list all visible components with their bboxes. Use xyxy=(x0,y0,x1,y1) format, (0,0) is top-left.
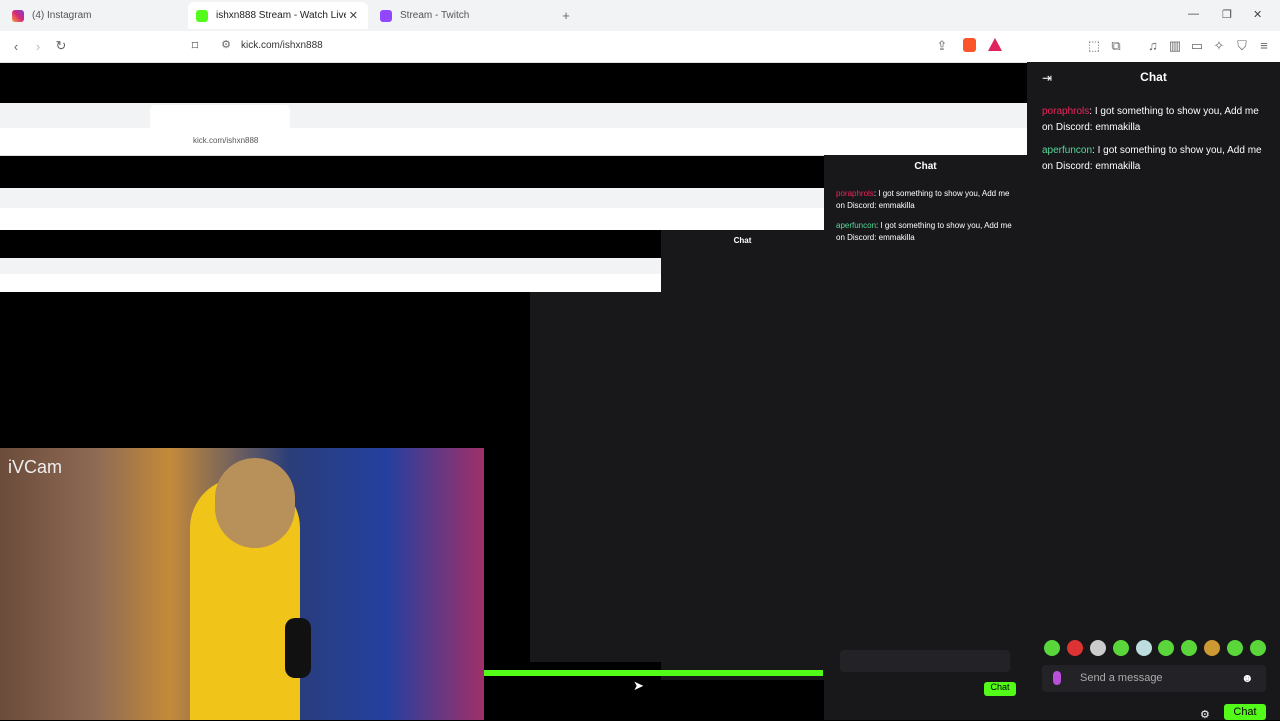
vpn-icon[interactable]: ⛉ xyxy=(1234,38,1250,54)
sidebar-icon[interactable]: ▥ xyxy=(1167,38,1183,54)
microphone xyxy=(285,618,311,678)
nested-chat-title-2: Chat xyxy=(733,236,752,245)
nested-msg-2: aperfuncon: I got something to show you,… xyxy=(836,220,1016,244)
streamer-head xyxy=(215,458,295,548)
mouse-cursor: ➤ xyxy=(633,678,644,693)
emote-icon[interactable] xyxy=(1181,640,1198,656)
chat-input-placeholder[interactable]: Send a message xyxy=(1080,672,1163,684)
nested-address-bar-3 xyxy=(0,274,661,292)
chat-send-button[interactable]: Chat xyxy=(1224,704,1266,720)
emote-icon[interactable] xyxy=(1135,640,1152,656)
emote-icon[interactable] xyxy=(1066,640,1083,656)
tab-label: Stream - Twitch xyxy=(400,10,470,21)
nested-chat-input-1 xyxy=(840,650,1010,672)
nested-tab-bar-2 xyxy=(0,188,824,208)
emoji-icon[interactable]: ☻ xyxy=(1241,671,1254,685)
leo-icon[interactable]: ✧ xyxy=(1211,38,1227,54)
wallet-icon[interactable]: ▭ xyxy=(1189,38,1205,54)
tab-label: ishxn888 Stream - Watch Live on xyxy=(216,10,346,21)
twitch-icon xyxy=(380,9,392,22)
emote-row xyxy=(1044,640,1266,656)
microphone-icon[interactable] xyxy=(1053,671,1061,685)
chat-username[interactable]: poraphrols xyxy=(1042,106,1089,117)
tab-label: (4) Instagram xyxy=(32,10,92,21)
nested-chat-panel-3 xyxy=(530,292,661,662)
brave-shield-icon[interactable] xyxy=(963,38,976,52)
tab-kick[interactable]: ishxn888 Stream - Watch Live on ✕ xyxy=(188,2,368,29)
back-icon[interactable]: ‹ xyxy=(8,39,24,54)
nested-active-tab xyxy=(150,105,290,128)
nested-chat-button-1: Chat xyxy=(984,682,1016,696)
chat-message: poraphrols: I got something to show you,… xyxy=(1042,104,1267,136)
webcam-label: iVCam xyxy=(8,457,63,477)
close-window-icon[interactable]: ✕ xyxy=(1253,8,1262,21)
webcam-feed xyxy=(0,448,484,720)
chat-title: Chat xyxy=(1140,70,1167,84)
media-icon[interactable]: ♫ xyxy=(1145,38,1161,53)
brave-rewards-icon[interactable] xyxy=(988,38,1002,51)
reload-icon[interactable]: ↻ xyxy=(53,38,69,54)
nested-address-bar xyxy=(0,128,1027,156)
tab-search-icon[interactable]: ⧉ xyxy=(1108,38,1124,54)
maximize-icon[interactable]: ❐ xyxy=(1222,8,1232,21)
emote-icon[interactable] xyxy=(1112,640,1129,656)
forward-icon[interactable]: › xyxy=(30,39,46,54)
kick-icon xyxy=(196,9,208,22)
nested-url: kick.com/ishxn888 xyxy=(193,136,259,145)
bookmark-icon[interactable]: ⌑ xyxy=(187,38,203,54)
site-info-icon[interactable]: ⚙ xyxy=(218,38,234,51)
nested-msgs-2 xyxy=(670,256,815,258)
emote-icon[interactable] xyxy=(1204,640,1221,656)
nested-progress-bar xyxy=(483,670,823,676)
username: aperfuncon xyxy=(836,221,877,230)
nested-tab-bar-3 xyxy=(0,258,661,274)
nested-address-bar-2 xyxy=(0,208,824,230)
instagram-icon xyxy=(12,9,24,22)
chat-username[interactable]: aperfuncon xyxy=(1042,145,1092,156)
chat-settings-icon[interactable]: ⚙ xyxy=(1200,708,1210,721)
nested-chat-title-1: Chat xyxy=(914,161,937,172)
emote-icon[interactable] xyxy=(1158,640,1175,656)
url-field[interactable]: kick.com/ishxn888 xyxy=(241,40,323,51)
chat-message: aperfuncon: I got something to show you,… xyxy=(1042,143,1267,175)
share-icon[interactable]: ⇪ xyxy=(934,38,950,54)
username: poraphrols xyxy=(836,189,874,198)
tab-twitch[interactable]: Stream - Twitch xyxy=(372,2,552,29)
emote-icon[interactable] xyxy=(1249,640,1266,656)
close-tab-icon[interactable]: ✕ xyxy=(349,9,358,22)
extension-icon[interactable]: ⬚ xyxy=(1086,38,1102,54)
menu-icon[interactable]: ≡ xyxy=(1256,38,1272,53)
emote-icon[interactable] xyxy=(1089,640,1106,656)
minimize-icon[interactable]: — xyxy=(1188,8,1199,20)
emote-icon[interactable] xyxy=(1227,640,1243,656)
nested-chat-panel-2 xyxy=(661,230,824,680)
emote-icon[interactable] xyxy=(1044,640,1060,656)
new-tab-icon[interactable]: + xyxy=(558,8,574,23)
nested-msg-1: poraphrols: I got something to show you,… xyxy=(836,188,1016,212)
tab-instagram[interactable]: (4) Instagram xyxy=(4,2,184,29)
